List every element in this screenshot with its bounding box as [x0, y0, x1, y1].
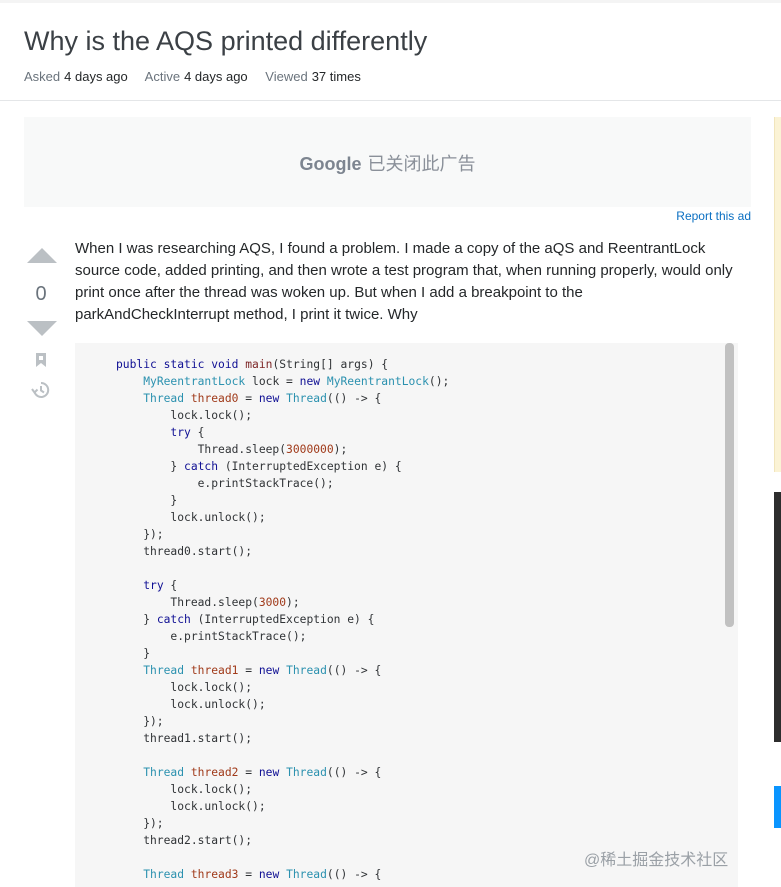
report-ad-link[interactable]: Report this ad: [676, 209, 751, 223]
top-bar: [0, 0, 781, 3]
sidebar-edge-blue: [774, 786, 781, 828]
active-label: Active: [144, 69, 181, 84]
code-content: public static void main(String[] args) {…: [116, 358, 450, 881]
question-meta: Asked 4 days ago Active 4 days ago Viewed 3…: [24, 69, 375, 84]
question-title[interactable]: Why is the AQS printed differently: [24, 26, 427, 57]
bookmark-icon[interactable]: [36, 353, 46, 367]
sidebar-edge-yellow: [774, 117, 781, 472]
active-value[interactable]: 4 days ago: [184, 69, 248, 84]
viewed-value: 37 times: [311, 69, 361, 84]
question-body: When I was researching AQS, I found a pr…: [75, 240, 733, 323]
vote-count: 0: [35, 283, 47, 305]
watermark: @稀土掘金技术社区: [584, 852, 729, 869]
google-logo: Google: [299, 154, 362, 174]
header-divider: [0, 100, 781, 101]
code-scrollbar[interactable]: [725, 343, 734, 627]
vote-down-icon[interactable]: [27, 321, 57, 336]
asked-label: Asked: [24, 69, 61, 84]
history-icon[interactable]: [31, 380, 51, 400]
viewed-label: Viewed: [265, 69, 308, 84]
vote-up-icon[interactable]: [27, 248, 57, 263]
ad-container: Google 已关闭此广告: [24, 117, 751, 207]
asked-value[interactable]: 4 days ago: [64, 69, 128, 84]
ad-message: Google 已关闭此广告: [24, 150, 751, 176]
ad-closed-text: 已关闭此广告: [367, 154, 476, 174]
code-block: public static void main(String[] args) {…: [75, 343, 738, 887]
sidebar-edge-dark: [774, 492, 781, 742]
